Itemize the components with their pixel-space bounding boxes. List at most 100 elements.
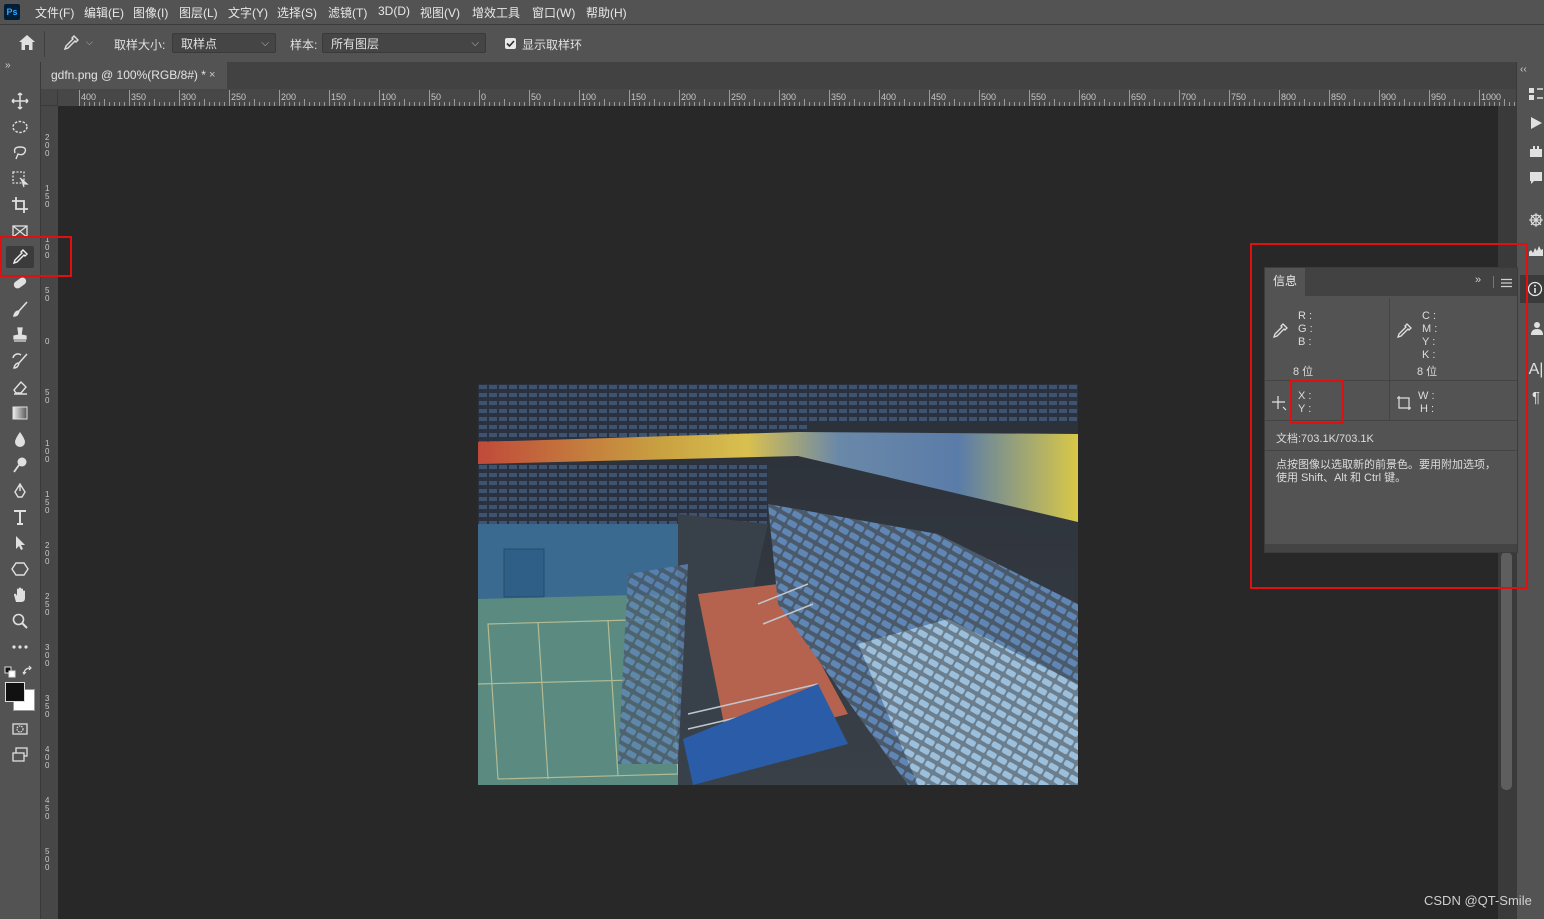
photoshop-logo-icon[interactable]: Ps	[4, 4, 20, 20]
histogram-panel-icon[interactable]	[1528, 242, 1544, 258]
ruler-tick	[279, 90, 280, 106]
ruler-tick-label: 350	[45, 694, 50, 719]
ruler-tick	[454, 99, 455, 106]
ruler-tick	[804, 99, 805, 106]
ruler-tick-label: 200	[281, 92, 297, 102]
ruler-tick	[654, 99, 655, 106]
plugins-panel-icon[interactable]	[1528, 144, 1544, 160]
collapse-arrows-icon[interactable]: »	[5, 60, 11, 71]
show-ring-checkbox[interactable]	[505, 38, 516, 49]
blur-tool-icon[interactable]	[6, 428, 34, 450]
menu-view[interactable]: 视图(V)	[420, 4, 460, 21]
horizontal-ruler: 400 350 300 250 200 150 100 50 0 50 100 150 200 250 30…	[41, 89, 1516, 107]
preset-chevron-icon[interactable]: ⌵	[86, 37, 93, 48]
ruler-tick-label: 300	[181, 92, 197, 102]
document-tab-bar	[41, 62, 1516, 89]
quick-mask-icon[interactable]	[6, 718, 34, 740]
sample-size-select[interactable]: 取样点 ⌵	[172, 33, 276, 53]
ruler-tick-label: 950	[1431, 92, 1447, 102]
dodge-tool-icon[interactable]	[6, 454, 34, 476]
ruler-tick	[329, 90, 330, 106]
menu-help[interactable]: 帮助(H)	[586, 4, 627, 21]
marquee-tool-icon[interactable]	[6, 116, 34, 138]
character-panel-icon[interactable]: A|	[1528, 362, 1544, 378]
tools-panel: »	[0, 60, 41, 919]
navigator-panel-icon[interactable]	[1528, 212, 1544, 228]
comments-panel-icon[interactable]	[1528, 170, 1544, 186]
ruler-tick	[1104, 99, 1105, 106]
menu-plugins[interactable]: 增效工具	[472, 4, 520, 21]
ruler-tick	[254, 99, 255, 106]
crop-tool-icon[interactable]	[6, 194, 34, 216]
ruler-tick	[179, 90, 180, 106]
path-selection-tool-icon[interactable]	[6, 532, 34, 554]
menu-image[interactable]: 图像(I)	[133, 4, 168, 21]
collapse-dock-icon[interactable]: ‹‹	[1520, 64, 1527, 75]
ruler-tick	[629, 90, 630, 106]
ruler-tick	[729, 90, 730, 106]
more-tools-icon[interactable]	[6, 636, 34, 658]
menu-layer[interactable]: 图层(L)	[179, 4, 218, 21]
ruler-tick-label: 450	[931, 92, 947, 102]
menu-window[interactable]: 窗口(W)	[532, 4, 575, 21]
gradient-tool-icon[interactable]	[6, 402, 34, 424]
object-select-tool-icon[interactable]	[6, 168, 34, 190]
paragraph-panel-icon[interactable]: ¶	[1528, 390, 1544, 406]
type-tool-icon[interactable]	[6, 506, 34, 528]
ruler-tick-label: 700	[1181, 92, 1197, 102]
ruler-origin[interactable]	[41, 89, 58, 106]
menu-edit[interactable]: 编辑(E)	[84, 4, 124, 21]
menu-file[interactable]: 文件(F)	[35, 4, 74, 21]
ruler-tick	[479, 90, 480, 106]
ruler-tick-label: 750	[1231, 92, 1247, 102]
options-bar: ⌵ 取样大小: 取样点 ⌵ 样本: 所有图层 ⌵ 显示取样环	[0, 24, 1544, 63]
ruler-tick-label: 300	[45, 643, 50, 668]
highlight-eyedropper-tool	[0, 236, 72, 277]
document-tab[interactable]: gdfn.png @ 100%(RGB/8#) * ×	[41, 62, 227, 89]
ruler-tick	[1129, 90, 1130, 106]
lasso-tool-icon[interactable]	[6, 142, 34, 164]
ruler-tick-label: 200	[45, 541, 50, 566]
brush-tool-icon[interactable]	[6, 298, 34, 320]
ruler-tick	[679, 90, 680, 106]
clone-stamp-tool-icon[interactable]	[6, 324, 34, 346]
ruler-tick	[1429, 90, 1430, 106]
libraries-panel-icon[interactable]	[1528, 320, 1544, 336]
zoom-tool-icon[interactable]	[6, 610, 34, 632]
history-brush-tool-icon[interactable]	[6, 350, 34, 372]
ruler-tick-label: 150	[631, 92, 647, 102]
menu-filter[interactable]: 滤镜(T)	[328, 4, 367, 21]
home-icon[interactable]	[18, 34, 36, 54]
ruler-tick-label: 850	[1331, 92, 1347, 102]
foreground-color-swatch[interactable]	[5, 682, 25, 702]
screen-mode-icon[interactable]	[6, 744, 34, 766]
pen-tool-icon[interactable]	[6, 480, 34, 502]
swap-colors-icon[interactable]	[22, 665, 34, 680]
ruler-tick-label: 1000	[1481, 92, 1502, 102]
eyedropper-preset-icon[interactable]	[62, 34, 80, 55]
actions-play-icon[interactable]	[1528, 115, 1544, 131]
hand-tool-icon[interactable]	[6, 584, 34, 606]
menu-3d[interactable]: 3D(D)	[378, 4, 410, 18]
ruler-tick	[1029, 90, 1030, 106]
ruler-tick	[554, 99, 555, 106]
ruler-tick	[904, 99, 905, 106]
move-tool-icon[interactable]	[6, 90, 34, 112]
eraser-tool-icon[interactable]	[6, 376, 34, 398]
ruler-tick-label: 600	[1081, 92, 1097, 102]
ruler-tick	[404, 99, 405, 106]
menu-type[interactable]: 文字(Y)	[228, 4, 268, 21]
document-image[interactable]	[478, 384, 1078, 785]
ruler-tick-label: 50	[45, 388, 50, 405]
ruler-tick	[1079, 90, 1080, 106]
ruler-tick	[104, 99, 105, 106]
ruler-tick-label: 50	[531, 92, 542, 102]
history-panel-icon[interactable]	[1528, 86, 1544, 102]
menu-select[interactable]: 选择(S)	[277, 4, 317, 21]
document-tab-title: gdfn.png @ 100%(RGB/8#) *	[51, 68, 206, 82]
ruler-tick-label: 100	[581, 92, 597, 102]
default-colors-icon[interactable]	[4, 666, 16, 681]
sample-select[interactable]: 所有图层 ⌵	[322, 33, 486, 53]
close-tab-icon[interactable]: ×	[209, 62, 215, 89]
shape-tool-icon[interactable]	[6, 558, 34, 580]
